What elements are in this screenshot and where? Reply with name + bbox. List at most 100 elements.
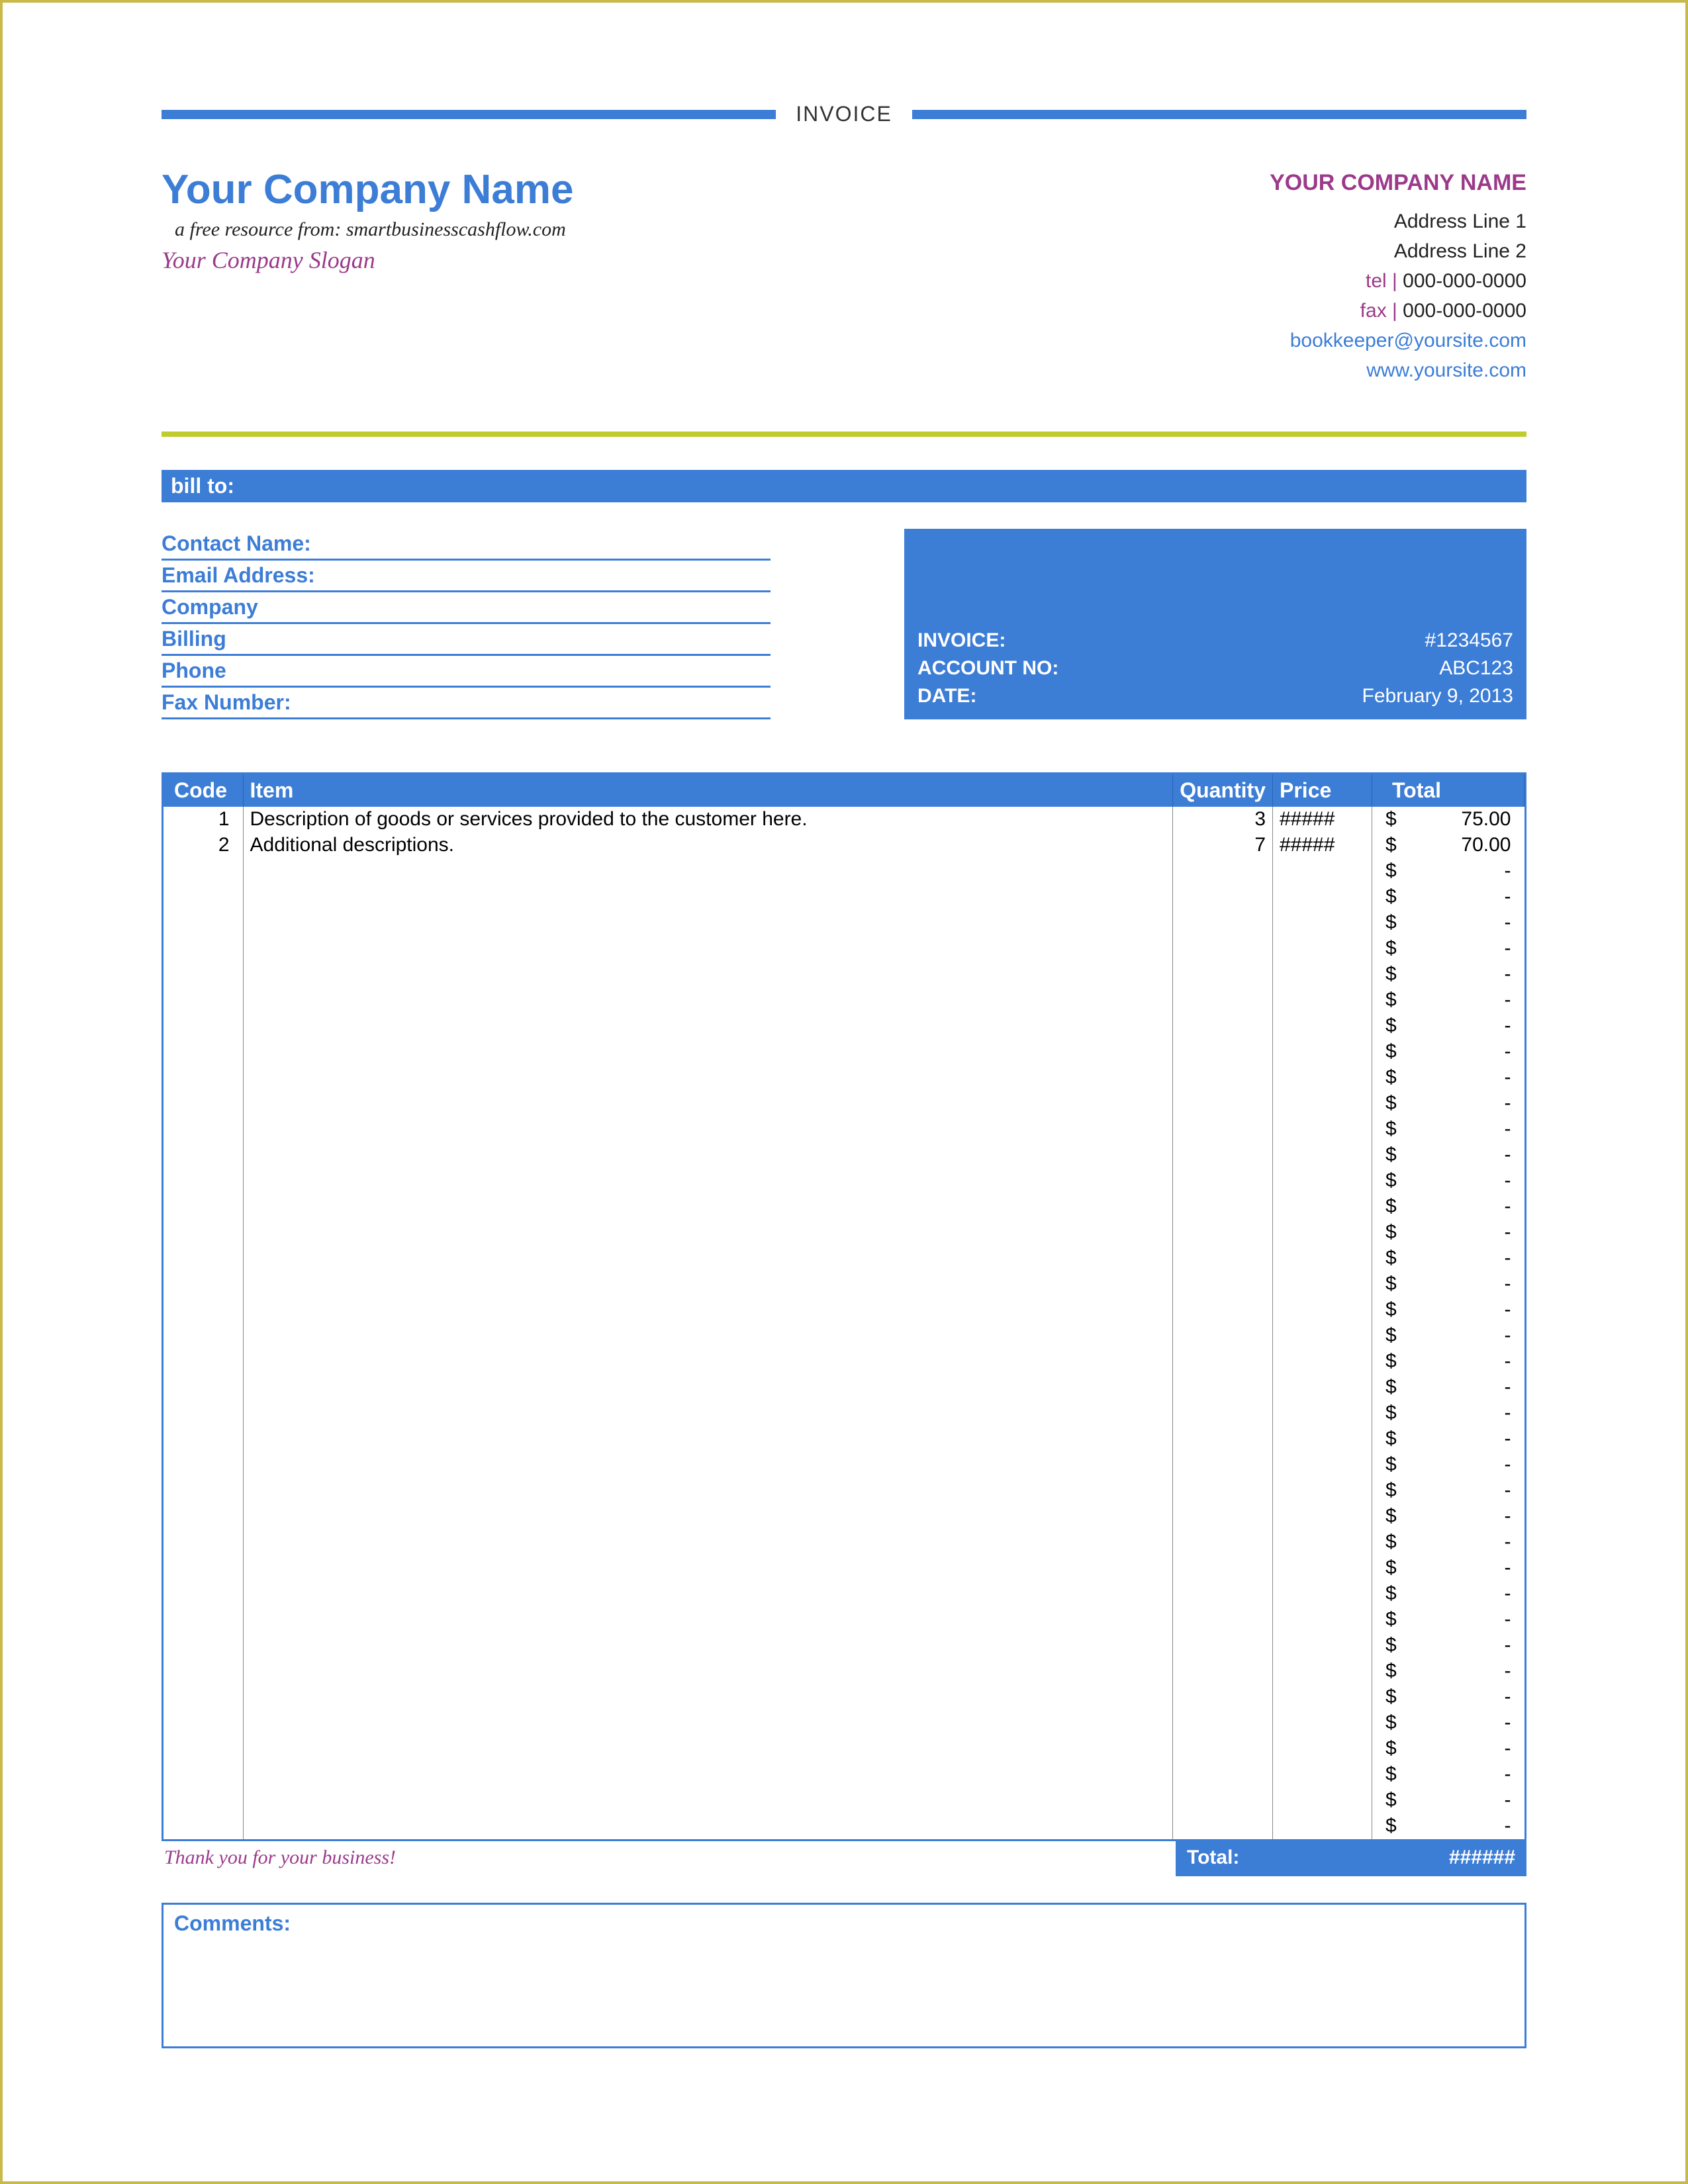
table-row[interactable]: $- bbox=[164, 1323, 1524, 1349]
table-row[interactable]: $- bbox=[164, 1349, 1524, 1375]
cell-item[interactable] bbox=[243, 1194, 1173, 1220]
cell-quantity[interactable] bbox=[1173, 1736, 1273, 1762]
cell-total[interactable]: $- bbox=[1372, 1323, 1524, 1349]
cell-quantity[interactable] bbox=[1173, 987, 1273, 1013]
cell-item[interactable] bbox=[243, 1297, 1173, 1323]
table-row[interactable]: $- bbox=[164, 1555, 1524, 1581]
billto-phone-row[interactable]: Phone bbox=[162, 656, 771, 688]
cell-quantity[interactable] bbox=[1173, 936, 1273, 962]
cell-item[interactable] bbox=[243, 1142, 1173, 1168]
cell-quantity[interactable] bbox=[1173, 1091, 1273, 1116]
cell-code[interactable] bbox=[164, 1452, 243, 1478]
table-row[interactable]: $- bbox=[164, 1736, 1524, 1762]
cell-price[interactable] bbox=[1273, 1065, 1372, 1091]
cell-total[interactable]: $- bbox=[1372, 1452, 1524, 1478]
cell-total[interactable]: $- bbox=[1372, 1529, 1524, 1555]
table-row[interactable]: $- bbox=[164, 1426, 1524, 1452]
table-row[interactable]: $- bbox=[164, 962, 1524, 987]
table-row[interactable]: $- bbox=[164, 1452, 1524, 1478]
cell-total[interactable]: $- bbox=[1372, 1039, 1524, 1065]
cell-price[interactable] bbox=[1273, 1297, 1372, 1323]
cell-total[interactable]: $- bbox=[1372, 1426, 1524, 1452]
table-row[interactable]: $- bbox=[164, 1813, 1524, 1839]
cell-price[interactable] bbox=[1273, 1762, 1372, 1788]
cell-total[interactable]: $- bbox=[1372, 1710, 1524, 1736]
billto-fax-row[interactable]: Fax Number: bbox=[162, 688, 771, 719]
cell-total[interactable]: $- bbox=[1372, 1762, 1524, 1788]
cell-total[interactable]: $- bbox=[1372, 936, 1524, 962]
table-row[interactable]: $- bbox=[164, 910, 1524, 936]
cell-item[interactable] bbox=[243, 1813, 1173, 1839]
cell-price[interactable] bbox=[1273, 1452, 1372, 1478]
table-row[interactable]: $- bbox=[164, 1400, 1524, 1426]
cell-quantity[interactable] bbox=[1173, 1452, 1273, 1478]
cell-code[interactable] bbox=[164, 1142, 243, 1168]
cell-price[interactable] bbox=[1273, 1142, 1372, 1168]
cell-item[interactable] bbox=[243, 1478, 1173, 1504]
table-row[interactable]: $- bbox=[164, 1271, 1524, 1297]
cell-total[interactable]: $- bbox=[1372, 910, 1524, 936]
cell-item[interactable] bbox=[243, 936, 1173, 962]
table-row[interactable]: $- bbox=[164, 1529, 1524, 1555]
cell-code[interactable] bbox=[164, 1607, 243, 1633]
cell-quantity[interactable] bbox=[1173, 1116, 1273, 1142]
cell-quantity[interactable] bbox=[1173, 1246, 1273, 1271]
table-row[interactable]: $- bbox=[164, 1091, 1524, 1116]
cell-item[interactable] bbox=[243, 1633, 1173, 1659]
cell-total[interactable]: $- bbox=[1372, 1478, 1524, 1504]
cell-code[interactable] bbox=[164, 1116, 243, 1142]
cell-total[interactable]: $- bbox=[1372, 1246, 1524, 1271]
cell-item[interactable] bbox=[243, 1116, 1173, 1142]
cell-price[interactable] bbox=[1273, 1555, 1372, 1581]
cell-item[interactable] bbox=[243, 1452, 1173, 1478]
cell-total[interactable]: $- bbox=[1372, 1349, 1524, 1375]
cell-quantity[interactable] bbox=[1173, 1400, 1273, 1426]
table-row[interactable]: $- bbox=[164, 1168, 1524, 1194]
cell-item[interactable] bbox=[243, 987, 1173, 1013]
cell-quantity[interactable] bbox=[1173, 1323, 1273, 1349]
table-row[interactable]: $- bbox=[164, 1581, 1524, 1607]
cell-code[interactable] bbox=[164, 1684, 243, 1710]
cell-code[interactable] bbox=[164, 1504, 243, 1529]
table-row[interactable]: $- bbox=[164, 1039, 1524, 1065]
cell-code[interactable] bbox=[164, 1220, 243, 1246]
cell-code[interactable] bbox=[164, 1400, 243, 1426]
cell-item[interactable] bbox=[243, 858, 1173, 884]
cell-price[interactable] bbox=[1273, 1168, 1372, 1194]
cell-total[interactable]: $- bbox=[1372, 1065, 1524, 1091]
email-link[interactable]: bookkeeper@yoursite.com bbox=[1270, 326, 1526, 355]
cell-item[interactable] bbox=[243, 1581, 1173, 1607]
cell-code[interactable] bbox=[164, 1271, 243, 1297]
table-row[interactable]: $- bbox=[164, 1220, 1524, 1246]
cell-price[interactable] bbox=[1273, 1375, 1372, 1400]
cell-quantity[interactable] bbox=[1173, 858, 1273, 884]
cell-total[interactable]: $- bbox=[1372, 1400, 1524, 1426]
cell-quantity[interactable] bbox=[1173, 1065, 1273, 1091]
table-row[interactable]: $- bbox=[164, 1013, 1524, 1039]
cell-item[interactable]: Additional descriptions. bbox=[243, 833, 1173, 858]
cell-price[interactable] bbox=[1273, 987, 1372, 1013]
cell-item[interactable] bbox=[243, 1039, 1173, 1065]
cell-item[interactable] bbox=[243, 1684, 1173, 1710]
cell-quantity[interactable] bbox=[1173, 1194, 1273, 1220]
cell-quantity[interactable] bbox=[1173, 1478, 1273, 1504]
cell-price[interactable] bbox=[1273, 1478, 1372, 1504]
cell-code[interactable] bbox=[164, 1426, 243, 1452]
cell-quantity[interactable] bbox=[1173, 1349, 1273, 1375]
cell-item[interactable] bbox=[243, 1271, 1173, 1297]
cell-code[interactable] bbox=[164, 1349, 243, 1375]
cell-price[interactable] bbox=[1273, 1039, 1372, 1065]
cell-quantity[interactable] bbox=[1173, 910, 1273, 936]
cell-code[interactable] bbox=[164, 1529, 243, 1555]
billto-email-row[interactable]: Email Address: bbox=[162, 561, 771, 592]
table-row[interactable]: $- bbox=[164, 1607, 1524, 1633]
cell-quantity[interactable] bbox=[1173, 1297, 1273, 1323]
cell-code[interactable] bbox=[164, 1736, 243, 1762]
cell-item[interactable] bbox=[243, 1529, 1173, 1555]
cell-price[interactable] bbox=[1273, 1788, 1372, 1813]
cell-quantity[interactable] bbox=[1173, 1375, 1273, 1400]
cell-item[interactable] bbox=[243, 1091, 1173, 1116]
table-row[interactable]: $- bbox=[164, 1246, 1524, 1271]
cell-code[interactable] bbox=[164, 1813, 243, 1839]
cell-total[interactable]: $- bbox=[1372, 884, 1524, 910]
